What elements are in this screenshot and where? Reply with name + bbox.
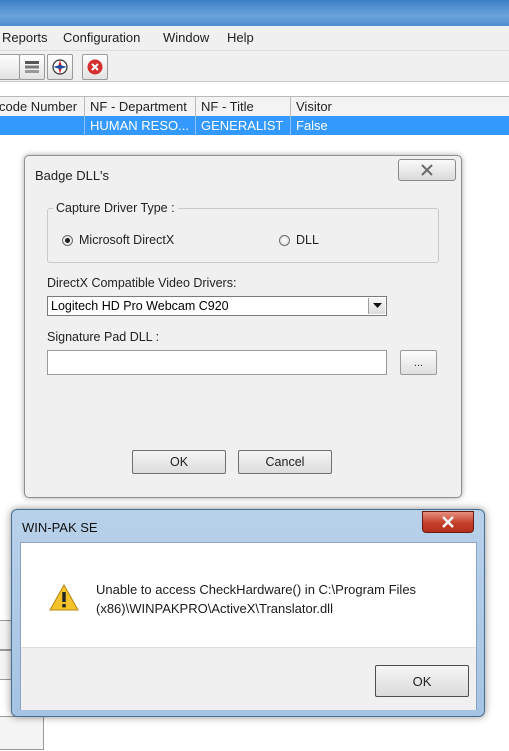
app-title-bar — [0, 0, 509, 26]
message-ok-button[interactable]: OK — [375, 665, 469, 697]
menu-reports[interactable]: Reports — [2, 30, 48, 45]
column-header[interactable]: NF - Department — [85, 97, 196, 116]
message-line-1: Unable to access CheckHardware() in C:\P… — [96, 582, 417, 597]
cancel-button[interactable]: Cancel — [238, 450, 332, 474]
message-text: Unable to access CheckHardware() in C:\P… — [96, 580, 466, 618]
dll-radio[interactable] — [279, 235, 290, 246]
close-icon — [421, 164, 433, 176]
column-header[interactable]: code Number — [0, 97, 85, 116]
background-panel — [0, 716, 44, 750]
grid-header: code Number NF - Department NF - Title V… — [0, 96, 509, 117]
stop-button[interactable] — [82, 54, 108, 80]
menu-window[interactable]: Window — [163, 30, 209, 45]
dialog-title: Badge DLL's — [35, 168, 110, 183]
menu-configuration[interactable]: Configuration — [63, 30, 140, 45]
message-box-body: Unable to access CheckHardware() in C:\P… — [20, 542, 477, 710]
close-icon — [442, 516, 454, 528]
table-cell: False — [296, 118, 328, 133]
table-row[interactable]: HUMAN RESO... GENERALIST False — [0, 116, 509, 135]
message-box-title: WIN-PAK SE — [22, 520, 98, 535]
column-header[interactable]: Visitor — [291, 97, 509, 116]
dialog-close-button[interactable] — [398, 159, 456, 181]
dll-radio-label[interactable]: DLL — [296, 233, 319, 247]
capture-driver-label: Capture Driver Type : — [53, 201, 178, 215]
menu-help[interactable]: Help — [227, 30, 254, 45]
browse-button[interactable]: ... — [400, 350, 437, 375]
layers-button[interactable] — [19, 54, 45, 80]
badge-dll-dialog: Badge DLL's Capture Driver Type : Micros… — [24, 155, 462, 498]
toolbar — [0, 51, 509, 82]
compass-icon — [52, 59, 68, 75]
column-header[interactable]: NF - Title — [196, 97, 291, 116]
message-box-footer: OK — [21, 647, 476, 710]
message-close-button[interactable] — [422, 511, 474, 533]
table-cell — [0, 116, 85, 135]
compass-button[interactable] — [47, 54, 73, 80]
directx-radio[interactable] — [62, 235, 73, 246]
toolbar-button-partial[interactable] — [0, 54, 20, 80]
table-cell: HUMAN RESO... — [85, 116, 196, 135]
signature-pad-label: Signature Pad DLL : — [47, 330, 160, 344]
signature-pad-input[interactable] — [47, 350, 387, 375]
ok-button[interactable]: OK — [132, 450, 226, 474]
chevron-down-icon[interactable] — [368, 298, 385, 314]
error-message-box: WIN-PAK SE Unable to access CheckHardwar… — [11, 509, 485, 717]
video-drivers-label: DirectX Compatible Video Drivers: — [47, 276, 237, 290]
video-driver-select[interactable]: Logitech HD Pro Webcam C920 — [47, 296, 387, 316]
directx-radio-label[interactable]: Microsoft DirectX — [79, 233, 174, 247]
warning-icon — [49, 584, 79, 611]
table-cell: GENERALIST — [196, 116, 291, 135]
video-driver-value: Logitech HD Pro Webcam C920 — [51, 299, 229, 313]
message-line-2: (x86)\WINPAKPRO\ActiveX\Translator.dll — [96, 601, 333, 616]
menu-bar: Reports Configuration Window Help — [0, 26, 509, 51]
stop-icon — [87, 59, 103, 75]
layers-icon — [25, 61, 39, 73]
